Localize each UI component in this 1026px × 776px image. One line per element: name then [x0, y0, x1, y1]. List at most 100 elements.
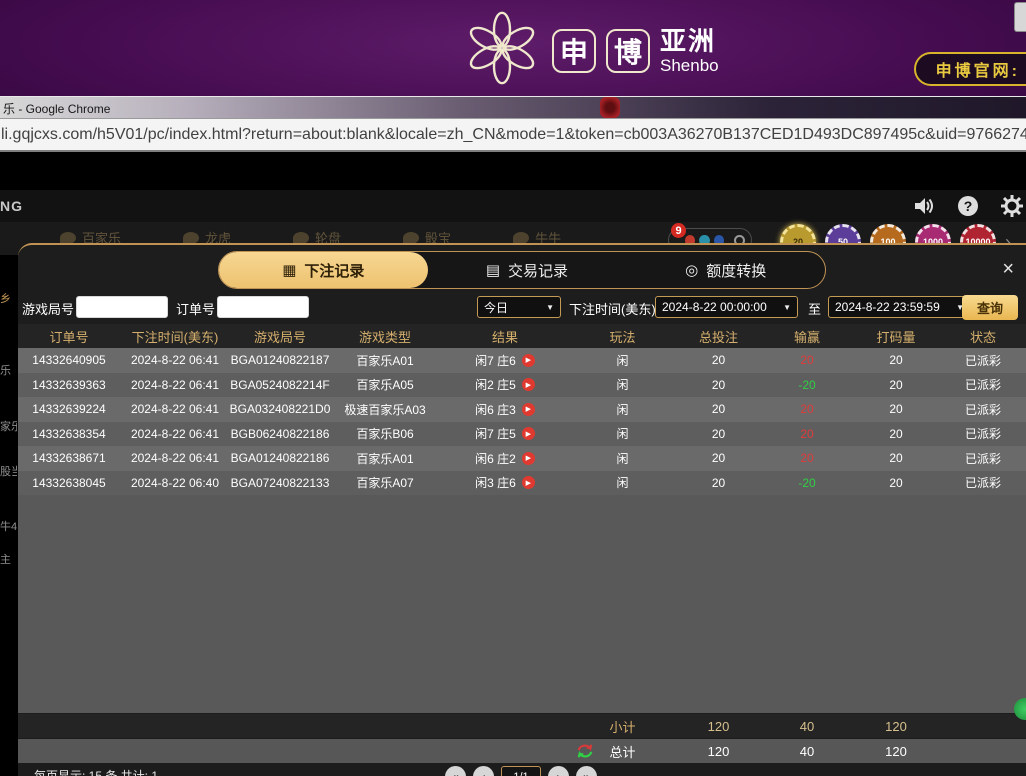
- table-row: 143326409052024-8-22 06:41BGA01240822187…: [18, 348, 1026, 373]
- tab-transaction-records[interactable]: ▤ 交易记录: [428, 252, 627, 288]
- refresh-icon[interactable]: [576, 743, 594, 759]
- period-value: 今日: [484, 299, 508, 316]
- total-win-lose: 40: [762, 739, 852, 763]
- cell-total-bet: 20: [675, 348, 762, 373]
- table-row: 143326393632024-8-22 06:41BGA0524082214F…: [18, 373, 1026, 398]
- game-round-input[interactable]: [76, 296, 168, 318]
- cell-turnover: 20: [852, 373, 940, 398]
- browser-titlebar[interactable]: 乐 - Google Chrome: [0, 96, 1026, 118]
- cell-bet-time: 2024-8-22 06:41: [120, 373, 230, 398]
- official-site-button[interactable]: 申博官网:: [914, 52, 1026, 86]
- black-strip: [0, 152, 1026, 190]
- cell-order-id: 14332638045: [18, 471, 120, 496]
- last-page-button[interactable]: »: [576, 766, 597, 776]
- cell-total-bet: 20: [675, 471, 762, 496]
- cell-game-type: 百家乐A01: [330, 348, 440, 373]
- search-button[interactable]: 查询: [962, 295, 1018, 320]
- cell-order-id: 14332639363: [18, 373, 120, 398]
- screen: 申 博 亚洲 Shenbo 申博官网: 乐 - Google Chrome li…: [0, 0, 1026, 776]
- wheel-icon: [293, 232, 309, 244]
- table-row: 143326392242024-8-22 06:41BGA032408221D0…: [18, 397, 1026, 422]
- tab-label: 交易记录: [508, 260, 568, 281]
- logo-region-text: 亚洲: [660, 28, 719, 54]
- gear-icon[interactable]: [1000, 194, 1024, 218]
- tab-credit-transfer[interactable]: ◎ 额度转换: [626, 252, 825, 288]
- cell-status: 已派彩: [940, 422, 1026, 447]
- game-topbar-icons: ?: [912, 194, 1024, 218]
- cell-result: 闲2 庄5 ▶: [440, 373, 570, 398]
- pagination-bar: 每页显示: 15 条 共计: 1 « ‹ 1/1 › »: [18, 764, 1026, 776]
- dragon-tiger-icon: [183, 232, 199, 244]
- date-to-select[interactable]: 2024-8-22 23:59:59 ▼: [828, 296, 971, 318]
- subtotal-total-bet: 120: [675, 714, 762, 738]
- browser-urlbar[interactable]: li.gqjcxs.com/h5V01/pc/index.html?return…: [0, 118, 1026, 152]
- cell-bet-time: 2024-8-22 06:41: [120, 446, 230, 471]
- prev-page-button[interactable]: ‹: [473, 766, 494, 776]
- subtotal-win-lose: 40: [762, 714, 852, 738]
- play-video-button[interactable]: ▶: [522, 452, 535, 465]
- bg-fragment: 家乐: [0, 418, 17, 434]
- result-text: 闲2 庄5: [475, 376, 516, 393]
- url-text[interactable]: li.gqjcxs.com/h5V01/pc/index.html?return…: [1, 119, 1026, 151]
- play-video-button[interactable]: ▶: [522, 403, 535, 416]
- help-icon[interactable]: ?: [958, 196, 978, 216]
- table-row: 143326380452024-8-22 06:40BGA07240822133…: [18, 471, 1026, 496]
- cell-total-bet: 20: [675, 373, 762, 398]
- bet-time-label: 下注时间(美东): [569, 299, 656, 318]
- cell-play-type: 闲: [570, 348, 675, 373]
- cell-result: 闲7 庄6 ▶: [440, 348, 570, 373]
- window-scrollbar-fragment[interactable]: [1014, 2, 1026, 32]
- result-text: 闲6 庄3: [475, 401, 516, 418]
- filter-row: 游戏局号 订单号 今日 ▼ 下注时间(美东) 2024-8-22 00:00:0…: [18, 295, 1026, 321]
- play-video-button[interactable]: ▶: [522, 378, 535, 391]
- cell-win-lose: 20: [762, 422, 852, 447]
- cell-bet-time: 2024-8-22 06:40: [120, 471, 230, 496]
- play-video-button[interactable]: ▶: [522, 354, 535, 367]
- cell-play-type: 闲: [570, 446, 675, 471]
- cell-game-type: 百家乐A07: [330, 471, 440, 496]
- cell-result: 闲6 庄3 ▶: [440, 397, 570, 422]
- cell-order-id: 14332638671: [18, 446, 120, 471]
- modal-tabbar: ▦ 下注记录 ▤ 交易记录 ◎ 额度转换: [218, 251, 826, 289]
- period-select[interactable]: 今日 ▼: [477, 296, 561, 318]
- cell-round-id: BGB06240822186: [230, 422, 330, 447]
- close-icon[interactable]: ×: [1002, 259, 1014, 279]
- cell-turnover: 20: [852, 471, 940, 496]
- cell-total-bet: 20: [675, 422, 762, 447]
- col-play-type: 玩法: [570, 324, 675, 348]
- order-input[interactable]: [217, 296, 309, 318]
- next-page-button[interactable]: ›: [548, 766, 569, 776]
- cell-play-type: 闲: [570, 397, 675, 422]
- bet-records-modal: ▦ 下注记录 ▤ 交易记录 ◎ 额度转换 × 游戏局号 订单号 今日 ▼ 下注时…: [18, 243, 1026, 776]
- cell-turnover: 20: [852, 348, 940, 373]
- cell-game-type: 百家乐A05: [330, 373, 440, 398]
- result-text: 闲6 庄2: [475, 450, 516, 467]
- col-bet-time: 下注时间(美东): [120, 324, 230, 348]
- coin-transfer-icon: ◎: [685, 261, 698, 279]
- play-video-button[interactable]: ▶: [522, 427, 535, 440]
- logo-right: 亚洲 Shenbo: [660, 28, 719, 74]
- cell-win-lose: 20: [762, 446, 852, 471]
- col-win-lose: 输赢: [762, 324, 852, 348]
- cell-result: 闲6 庄2 ▶: [440, 446, 570, 471]
- cell-bet-time: 2024-8-22 06:41: [120, 397, 230, 422]
- subtotal-row: 小计 120 40 120: [18, 714, 1026, 738]
- result-text: 闲7 庄6: [475, 352, 516, 369]
- play-video-button[interactable]: ▶: [522, 476, 535, 489]
- col-turnover: 打码量: [852, 324, 940, 348]
- col-round-id: 游戏局号: [230, 324, 330, 348]
- first-page-button[interactable]: «: [445, 766, 466, 776]
- cell-order-id: 14332640905: [18, 348, 120, 373]
- order-label: 订单号: [176, 299, 215, 318]
- cell-order-id: 14332639224: [18, 397, 120, 422]
- col-total-bet: 总投注: [675, 324, 762, 348]
- gaming-logo-fragment: NG: [0, 198, 23, 214]
- tab-bet-records[interactable]: ▦ 下注记录: [219, 252, 428, 288]
- speaker-icon[interactable]: [912, 194, 936, 218]
- result-text: 闲3 庄6: [475, 474, 516, 491]
- page-indicator: 1/1: [501, 766, 541, 776]
- date-from-select[interactable]: 2024-8-22 00:00:00 ▼: [655, 296, 798, 318]
- page-info-text: 每页显示: 15 条 共计: 1: [34, 767, 158, 776]
- cell-win-lose: -20: [762, 373, 852, 398]
- cell-status: 已派彩: [940, 373, 1026, 398]
